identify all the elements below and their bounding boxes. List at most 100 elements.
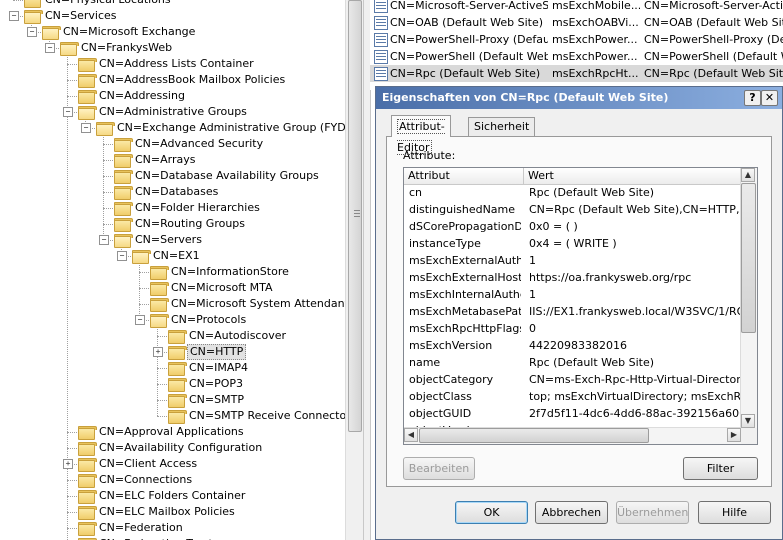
tree-item[interactable]: + CN=Client Access bbox=[0, 456, 345, 472]
tree-item-label[interactable]: CN=Advanced Security bbox=[133, 136, 265, 152]
tree-item[interactable]: CN=IMAP4 bbox=[0, 360, 345, 376]
tree-item[interactable]: CN=Connections bbox=[0, 472, 345, 488]
tree-item-label[interactable]: CN=Physical Locations bbox=[43, 0, 173, 8]
tree-item-label[interactable]: CN=Microsoft MTA bbox=[169, 280, 275, 296]
tree-item-label[interactable]: CN=HTTP bbox=[187, 344, 247, 360]
tree-item-label[interactable]: CN=Autodiscover bbox=[187, 328, 288, 344]
tree-item-label[interactable]: CN=Servers bbox=[133, 232, 204, 248]
tree-item[interactable]: CN=Advanced Security bbox=[0, 136, 345, 152]
tree-item-label[interactable]: CN=Arrays bbox=[133, 152, 197, 168]
collapse-icon[interactable]: − bbox=[27, 27, 37, 37]
attribute-row[interactable]: msExchInternalAuthe... 1 bbox=[404, 286, 741, 303]
tree-scroll-thumb[interactable] bbox=[348, 0, 362, 432]
attribute-row[interactable]: msExchMetabasePath IIS://EX1.frankysweb.l… bbox=[404, 303, 741, 320]
tree-item[interactable]: CN=Microsoft System Attendant bbox=[0, 296, 345, 312]
tree-item[interactable]: CN=Database Availability Groups bbox=[0, 168, 345, 184]
list-item[interactable]: CN=PowerShell (Default Web ... msExchPowe… bbox=[370, 48, 783, 65]
tree-item-label[interactable]: CN=Addressing bbox=[97, 88, 187, 104]
attribute-row[interactable]: objectClass top; msExchVirtualDirectory; … bbox=[404, 388, 741, 405]
help-button[interactable]: Hilfe bbox=[698, 501, 771, 524]
tree-item[interactable]: CN=InformationStore bbox=[0, 264, 345, 280]
tree-item-label[interactable]: CN=Database Availability Groups bbox=[133, 168, 321, 184]
tree-item[interactable]: CN=SMTP bbox=[0, 392, 345, 408]
tree-item[interactable]: − CN=Administrative Groups bbox=[0, 104, 345, 120]
close-titlebar-button[interactable]: ✕ bbox=[761, 90, 778, 106]
tree-item-label[interactable]: CN=Client Access bbox=[97, 456, 199, 472]
attribute-row[interactable]: msExchRpcHttpFlags 0 bbox=[404, 320, 741, 337]
tree-item[interactable]: CN=Arrays bbox=[0, 152, 345, 168]
attribute-row[interactable]: objectGUID 2f7d5f11-4dc6-4dd6-88ac-392156… bbox=[404, 405, 741, 422]
tree-item-label[interactable]: CN=Approval Applications bbox=[97, 424, 246, 440]
tree-item[interactable]: CN=Physical Locations bbox=[0, 0, 345, 8]
tree-item[interactable]: CN=ELC Folders Container bbox=[0, 488, 345, 504]
tree-item[interactable]: CN=Autodiscover bbox=[0, 328, 345, 344]
tree-item-label[interactable]: CN=InformationStore bbox=[169, 264, 291, 280]
tree-item-label[interactable]: CN=Connections bbox=[97, 472, 194, 488]
attribute-vertical-scrollbar[interactable]: ▲ ▼ bbox=[740, 168, 757, 428]
apply-button[interactable]: Übernehmen bbox=[616, 501, 689, 524]
tab-security[interactable]: Sicherheit bbox=[468, 117, 536, 136]
tree-item-label[interactable]: CN=Federation bbox=[97, 520, 185, 536]
tree-item-label[interactable]: CN=ELC Folders Container bbox=[97, 488, 247, 504]
tree-item[interactable]: − CN=Exchange Administrative Group (FYDIB… bbox=[0, 120, 345, 136]
scroll-up-icon[interactable]: ▲ bbox=[741, 168, 755, 182]
tree-item[interactable]: − CN=Microsoft Exchange bbox=[0, 24, 345, 40]
tree-item[interactable]: CN=Approval Applications bbox=[0, 424, 345, 440]
attribute-row[interactable]: msExchExternalHost... https://oa.frankysw… bbox=[404, 269, 741, 286]
ad-tree-view[interactable]: CN=Physical Locations−CN=Services−CN=Mic… bbox=[0, 0, 345, 540]
tab-attribute-editor[interactable]: Attribut-Editor bbox=[391, 115, 451, 155]
column-header-value[interactable]: Wert bbox=[524, 168, 741, 184]
attribute-row[interactable]: instanceType 0x4 = ( WRITE ) bbox=[404, 235, 741, 252]
attribute-hscroll-thumb[interactable] bbox=[419, 428, 649, 443]
tree-item-label[interactable]: CN=Protocols bbox=[169, 312, 248, 328]
list-item[interactable]: CN=Microsoft-Server-ActiveS... msExchMobi… bbox=[370, 0, 783, 14]
tree-item[interactable]: CN=POP3 bbox=[0, 376, 345, 392]
tree-item-label[interactable]: CN=Services bbox=[43, 8, 119, 24]
tree-item[interactable]: CN=Federation Trusts bbox=[0, 536, 345, 540]
tree-item-label[interactable]: CN=FrankysWeb bbox=[79, 40, 174, 56]
tree-item-label[interactable]: CN=Databases bbox=[133, 184, 220, 200]
edit-button[interactable]: Bearbeiten bbox=[403, 457, 475, 480]
collapse-icon[interactable]: − bbox=[9, 11, 19, 21]
list-item[interactable]: CN=OAB (Default Web Site) msExchOABVi... C… bbox=[370, 14, 783, 31]
ok-button[interactable]: OK bbox=[455, 501, 528, 524]
tree-item-label[interactable]: CN=IMAP4 bbox=[187, 360, 250, 376]
collapse-icon[interactable]: − bbox=[63, 107, 73, 117]
scroll-down-icon[interactable]: ▼ bbox=[741, 414, 755, 428]
attribute-list[interactable]: Attribut Wert cn Rpc (Default Web Site) di… bbox=[403, 167, 758, 445]
tree-item-label[interactable]: CN=POP3 bbox=[187, 376, 245, 392]
tree-item[interactable]: CN=AddressBook Mailbox Policies bbox=[0, 72, 345, 88]
tree-item[interactable]: − CN=Protocols bbox=[0, 312, 345, 328]
tree-item[interactable]: CN=Routing Groups bbox=[0, 216, 345, 232]
tree-item[interactable]: CN=SMTP Receive Connectors bbox=[0, 408, 345, 424]
scroll-left-icon[interactable]: ◀ bbox=[404, 428, 418, 442]
attribute-row[interactable]: distinguishedName CN=Rpc (Default Web Sit… bbox=[404, 201, 741, 218]
attribute-row[interactable]: name Rpc (Default Web Site) bbox=[404, 354, 741, 371]
tree-item-label[interactable]: CN=EX1 bbox=[151, 248, 202, 264]
tree-item-label[interactable]: CN=Address Lists Container bbox=[97, 56, 256, 72]
tree-item[interactable]: − CN=Services bbox=[0, 8, 345, 24]
collapse-icon[interactable]: − bbox=[117, 251, 127, 261]
tree-item-label[interactable]: CN=Folder Hierarchies bbox=[133, 200, 262, 216]
tree-item[interactable]: CN=Addressing bbox=[0, 88, 345, 104]
tree-vertical-scrollbar[interactable] bbox=[345, 0, 363, 540]
expand-icon[interactable]: + bbox=[63, 459, 73, 469]
object-list-view[interactable]: CN=Microsoft-Server-ActiveS... msExchMobi… bbox=[370, 0, 783, 90]
tree-item-label[interactable]: CN=Exchange Administrative Group (FYDIBO… bbox=[115, 120, 345, 136]
collapse-icon[interactable]: − bbox=[45, 43, 55, 53]
list-item[interactable]: CN=PowerShell-Proxy (Defaul... msExchPowe… bbox=[370, 31, 783, 48]
attribute-row[interactable]: cn Rpc (Default Web Site) bbox=[404, 184, 741, 201]
tree-item[interactable]: CN=Microsoft MTA bbox=[0, 280, 345, 296]
tree-item-label[interactable]: CN=Microsoft System Attendant bbox=[169, 296, 345, 312]
tree-item-label[interactable]: CN=Federation Trusts bbox=[97, 536, 221, 540]
column-header-attribute[interactable]: Attribut bbox=[404, 168, 524, 184]
tree-item[interactable]: − CN=EX1 bbox=[0, 248, 345, 264]
tree-item[interactable]: CN=ELC Mailbox Policies bbox=[0, 504, 345, 520]
attribute-row[interactable]: msExchExternalAuthe... 1 bbox=[404, 252, 741, 269]
collapse-icon[interactable]: − bbox=[99, 235, 109, 245]
tree-item[interactable]: − CN=Servers bbox=[0, 232, 345, 248]
tree-item-label[interactable]: CN=Microsoft Exchange bbox=[61, 24, 197, 40]
collapse-icon[interactable]: − bbox=[81, 123, 91, 133]
tree-item-label[interactable]: CN=ELC Mailbox Policies bbox=[97, 504, 237, 520]
tree-item[interactable]: CN=Federation bbox=[0, 520, 345, 536]
